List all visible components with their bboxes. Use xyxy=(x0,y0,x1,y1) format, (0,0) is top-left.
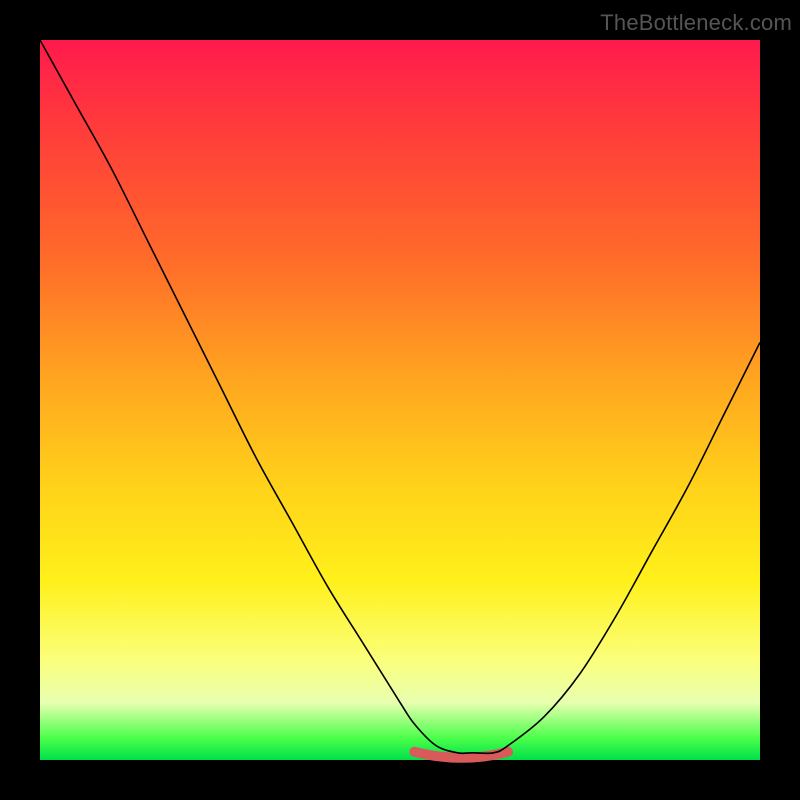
bottleneck-curve xyxy=(40,40,760,753)
watermark-label: TheBottleneck.com xyxy=(600,10,792,36)
chart-plot-area xyxy=(40,40,760,760)
